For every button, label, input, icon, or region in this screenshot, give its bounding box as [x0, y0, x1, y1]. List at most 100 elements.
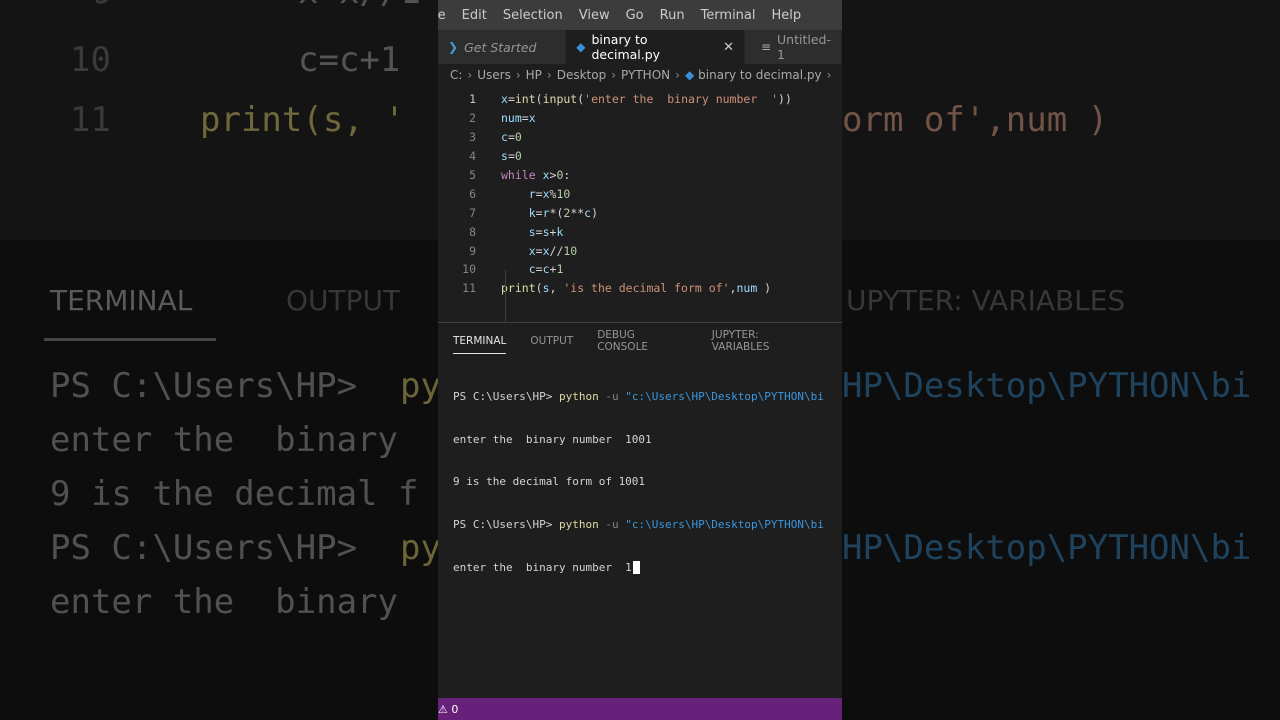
problems-indicator[interactable]: ⚠ 0 [438, 703, 458, 716]
code-text: s=s+k [528, 224, 564, 239]
line-number: 6 [469, 186, 476, 201]
bg-tab-underline [44, 338, 216, 341]
terminal-path: "c:\Users\HP\Desktop\PYTHON\bi [625, 518, 824, 532]
line-number: 2 [469, 111, 476, 126]
bg-code-line-11: print(s, ' [200, 100, 405, 140]
panel-tab-jupyter-variables[interactable]: JUPYTER: VARIABLES [712, 323, 818, 359]
code-line[interactable]: 7 k=r*(2**c) [438, 203, 842, 222]
vscode-icon: ❯ [448, 40, 459, 54]
tab-label: Get Started [464, 39, 537, 55]
line-number: 8 [469, 224, 476, 239]
bg-tab-terminal: TERMINAL [50, 284, 193, 317]
menu-terminal[interactable]: Terminal [693, 8, 764, 23]
terminal-cursor [632, 561, 640, 575]
menu-help[interactable]: Help [764, 8, 810, 23]
terminal-text: 9 is the decimal form of 1001 [453, 475, 646, 489]
code-line[interactable]: 4 s=0 [438, 147, 842, 166]
chevron-right-icon: › [515, 68, 521, 82]
bg-code-line-10: c=c+1 [298, 40, 401, 80]
bg-tab-output: OUTPUT [286, 284, 401, 317]
menu-bar: le Edit Selection View Go Run Terminal H… [438, 0, 842, 30]
bg-code-line-11-tail: orm of',num ) [842, 100, 1109, 140]
panel-tab-output[interactable]: OUTPUT [530, 329, 573, 353]
editor-tabs: ❯ Get Started ◆ binary to decimal.py ✕ ≡… [438, 30, 842, 64]
text-file-icon: ≡ [760, 40, 772, 54]
code-text: c=0 [501, 130, 522, 145]
code-text: r=x%10 [528, 186, 571, 201]
code-line[interactable]: 5 while x>0: [438, 166, 842, 185]
terminal-text: enter the binary number 1001 [453, 432, 652, 446]
bg-term-line-1: PS C:\Users\HP> [50, 366, 378, 406]
line-number: 10 [462, 262, 476, 277]
code-text: k=r*(2**c) [528, 205, 599, 220]
code-line[interactable]: 6 r=x%10 [438, 184, 842, 203]
chevron-right-icon: › [675, 68, 680, 82]
line-number: 4 [469, 149, 476, 164]
chevron-right-icon: › [546, 68, 552, 82]
tab-binary-to-decimal[interactable]: ◆ binary to decimal.py ✕ [566, 30, 745, 64]
terminal-line: 9 is the decimal form of 1001 [453, 474, 842, 491]
bg-term-line-2: enter the binary [50, 420, 419, 460]
chevron-right-icon: › [826, 68, 832, 82]
bg-tab-jupyter: UPYTER: VARIABLES [846, 284, 1126, 317]
breadcrumb-item[interactable]: binary to decimal.py [698, 68, 821, 82]
status-bar: ⚠ 0 [438, 698, 842, 720]
bg-term-path-1: HP\Desktop\PYTHON\bi [842, 366, 1252, 406]
menu-selection[interactable]: Selection [495, 8, 571, 23]
bg-line-number-9: 9 [92, 0, 112, 12]
panel-tabs: TERMINAL OUTPUT DEBUG CONSOLE JUPYTER: V… [438, 323, 842, 359]
line-number: 3 [469, 130, 476, 145]
tab-label: binary to decimal.py [591, 32, 661, 62]
code-text: x=int(input('enter the binary number ')) [501, 92, 792, 107]
terminal-line: PS C:\Users\HP> python -u "c:\Users\HP\D… [453, 388, 842, 405]
code-line[interactable]: 11 print(s, 'is the decimal form of',num … [438, 279, 842, 298]
terminal-path: "c:\Users\HP\Desktop\PYTHON\bi [625, 389, 824, 403]
code-line[interactable]: 3 c=0 [438, 128, 842, 147]
code-line[interactable]: 9 x=x//10 [438, 241, 842, 260]
line-number: 1 [469, 92, 476, 107]
terminal-text: enter the binary number 1 [453, 561, 632, 575]
code-line[interactable]: 2 num=x [438, 109, 842, 128]
bg-term-line-4: PS C:\Users\HP> [50, 528, 378, 568]
breadcrumb-item[interactable]: C: [450, 68, 462, 82]
panel-tab-terminal[interactable]: TERMINAL [453, 329, 507, 354]
code-line[interactable]: 10 c=c+1 [438, 260, 842, 279]
terminal-output[interactable]: PS C:\Users\HP> python -u "c:\Users\HP\D… [438, 359, 842, 602]
breadcrumb-item[interactable]: Desktop [557, 68, 607, 82]
breadcrumb-item[interactable]: PYTHON [621, 68, 670, 82]
menu-view[interactable]: View [571, 8, 618, 23]
tab-get-started[interactable]: ❯ Get Started [438, 30, 567, 64]
menu-file[interactable]: le [438, 8, 454, 23]
code-line[interactable]: 8 s=s+k [438, 222, 842, 241]
terminal-line: enter the binary number 1 [453, 559, 842, 576]
breadcrumb-item[interactable]: HP [526, 68, 542, 82]
panel-tab-debug-console[interactable]: DEBUG CONSOLE [597, 323, 688, 359]
code-text: num=x [501, 111, 536, 126]
code-text: print(s, 'is the decimal form of',num ) [501, 281, 772, 296]
menu-go[interactable]: Go [618, 8, 652, 23]
code-line[interactable]: 1 x=int(input('enter the binary number ')… [438, 90, 842, 109]
code-text: x=x//10 [528, 243, 578, 258]
tab-untitled-1[interactable]: ≡ Untitled-1 [744, 30, 842, 64]
tab-label: Untitled-1 [777, 32, 831, 62]
chevron-right-icon: › [467, 68, 473, 82]
line-number: 5 [469, 168, 476, 182]
code-text: while x>0: [501, 168, 571, 182]
terminal-flag: -u [598, 518, 626, 532]
python-icon: ◆ [576, 40, 586, 54]
bg-term-line-3: 9 is the decimal f [50, 474, 419, 514]
code-text: c=c+1 [528, 262, 564, 277]
menu-edit[interactable]: Edit [454, 8, 495, 23]
code-editor[interactable]: 1 x=int(input('enter the binary number ')… [438, 86, 842, 358]
bg-term-line-5: enter the binary [50, 582, 419, 622]
bg-term-path-2: HP\Desktop\PYTHON\bi [842, 528, 1252, 568]
breadcrumb: C: › Users › HP › Desktop › PYTHON › ◆ binary… [438, 64, 842, 86]
bg-term-py-1: py [400, 366, 441, 406]
close-icon[interactable]: ✕ [723, 40, 734, 55]
line-number: 9 [469, 243, 476, 258]
terminal-command: python [558, 518, 599, 532]
bottom-panel: TERMINAL OUTPUT DEBUG CONSOLE JUPYTER: V… [438, 322, 842, 698]
menu-run[interactable]: Run [652, 8, 693, 23]
breadcrumb-item[interactable]: Users [477, 68, 511, 82]
vscode-window: le Edit Selection View Go Run Terminal H… [438, 0, 842, 720]
